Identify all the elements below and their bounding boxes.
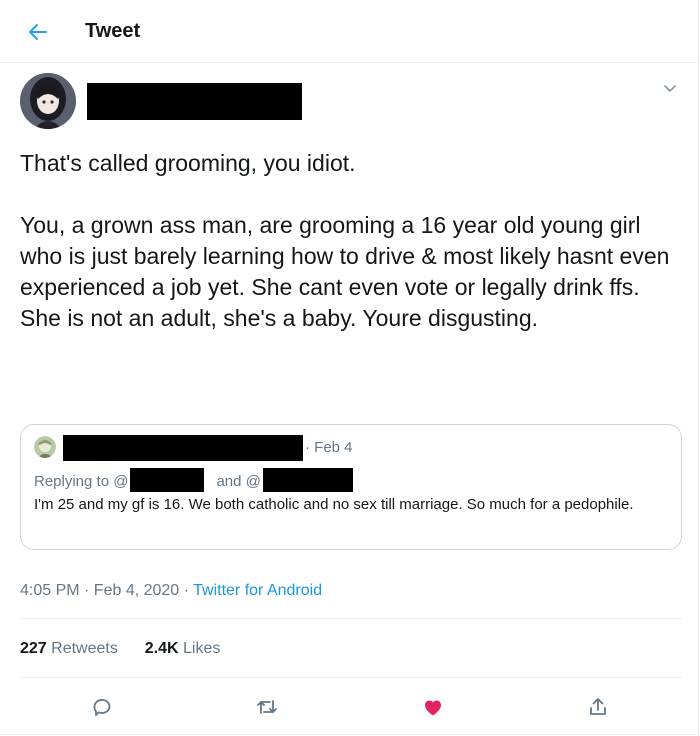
quoted-author-avatar	[34, 436, 56, 458]
quoted-tweet[interactable]: · Feb 4 Replying to @ and @ I'm 25 and my…	[20, 424, 682, 550]
replying-to-and: and @	[216, 473, 261, 490]
retweets-count: 227	[20, 640, 47, 657]
reply-handle-redaction	[262, 468, 353, 492]
tweet-meta: 4:05 PM · Feb 4, 2020 · Twitter for Andr…	[20, 582, 322, 600]
share-icon[interactable]	[586, 695, 610, 719]
divider	[20, 618, 682, 619]
tweet-paragraph: You, a grown ass man, are grooming a 16 …	[20, 212, 670, 331]
author-avatar[interactable]	[20, 73, 76, 129]
retweet-icon[interactable]	[255, 695, 279, 719]
tweet-stats: 227 Retweets 2.4K Likes	[20, 640, 220, 658]
quoted-date: · Feb 4	[305, 439, 353, 456]
quoted-username-redaction	[63, 435, 303, 461]
divider	[20, 677, 682, 678]
arrow-left-icon[interactable]	[26, 20, 50, 44]
quoted-tweet-text: I'm 25 and my gf is 16. We both catholic…	[34, 496, 634, 513]
tweet-text: That's called grooming, you idiot. You, …	[20, 148, 685, 334]
tweet-paragraph: That's called grooming, you idiot.	[20, 150, 356, 176]
comment-icon[interactable]	[90, 695, 114, 719]
tweet-source-link[interactable]: Twitter for Android	[193, 582, 322, 599]
replying-to-label: Replying to @	[34, 473, 129, 490]
likes-count: 2.4K	[144, 640, 179, 657]
reply-handle-redaction	[130, 468, 205, 492]
likes-label: Likes	[178, 640, 221, 657]
top-bar: Tweet	[0, 0, 699, 63]
retweets-label: Retweets	[46, 640, 118, 657]
username-redaction	[87, 83, 302, 120]
heart-icon[interactable]	[421, 695, 445, 719]
replying-to: Replying to @ and @	[34, 468, 353, 492]
chevron-down-icon[interactable]	[662, 80, 678, 96]
likes-stat[interactable]: 2.4K Likes	[145, 640, 221, 657]
page-title: Tweet	[85, 20, 141, 42]
tweet-timestamp[interactable]: 4:05 PM · Feb 4, 2020 ·	[20, 582, 193, 599]
retweets-stat[interactable]: 227 Retweets	[20, 640, 118, 657]
